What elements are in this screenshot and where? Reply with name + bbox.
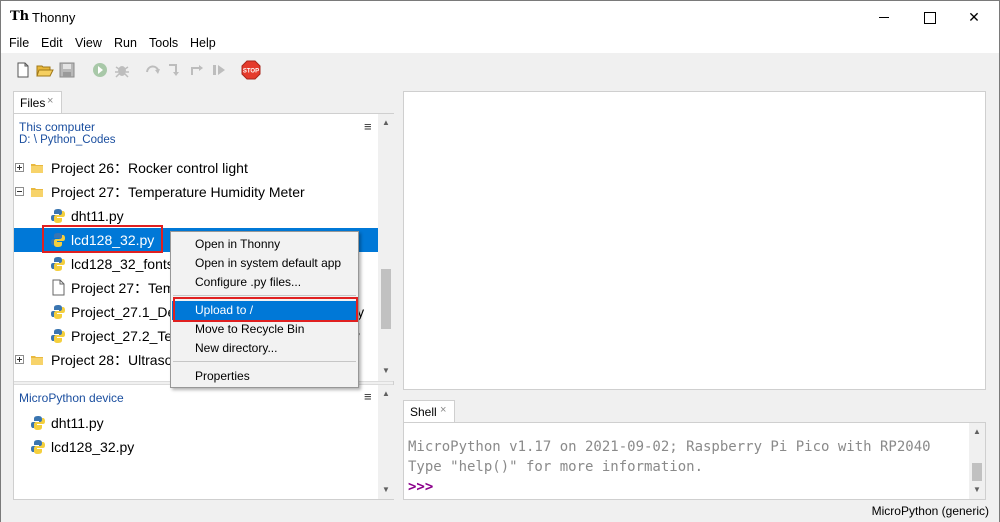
menu-bar: File Edit View Run Tools Help: [1, 33, 999, 53]
menu-item-configure-py[interactable]: Configure .py files...: [172, 273, 357, 292]
tab-files[interactable]: Files ×: [13, 91, 62, 113]
step-over-icon[interactable]: [144, 61, 162, 79]
scroll-down-icon[interactable]: ▼: [382, 366, 390, 375]
editor-area[interactable]: [403, 91, 986, 390]
python-file-icon: [31, 440, 45, 454]
device-list-scrollbar[interactable]: ▲ ▼: [378, 385, 394, 499]
device-file-label: dht11.py: [51, 415, 104, 431]
menu-item-properties[interactable]: Properties: [172, 367, 357, 386]
device-row-lcd128-32[interactable]: lcd128_32.py: [14, 435, 378, 459]
tab-shell-label: Shell: [410, 405, 437, 419]
debug-icon[interactable]: [113, 61, 131, 79]
window-title: Thonny: [32, 10, 76, 25]
expand-icon[interactable]: [15, 163, 24, 172]
scroll-up-icon[interactable]: ▲: [973, 427, 981, 436]
highlight-selected-file: [42, 225, 163, 253]
tab-shell-close-icon[interactable]: ×: [440, 404, 446, 416]
this-computer-label[interactable]: This computer: [19, 120, 95, 134]
menu-separator: [173, 361, 356, 362]
stop-icon[interactable]: STOP: [241, 60, 261, 80]
shell-help-line: Type "help()" for more information.: [408, 459, 704, 475]
shell-banner-line: MicroPython v1.17 on 2021-09-02; Raspber…: [408, 439, 931, 455]
thonny-window: Th Thonny ✕ File Edit View Run Tools Hel…: [0, 0, 1000, 522]
menu-item-open-in-thonny[interactable]: Open in Thonny: [172, 235, 357, 254]
menu-separator: [173, 295, 356, 296]
menu-item-move-to-recycle-bin[interactable]: Move to Recycle Bin: [172, 320, 357, 339]
title-bar: Th Thonny ✕: [1, 1, 999, 33]
run-icon[interactable]: [91, 61, 109, 79]
expand-icon[interactable]: [15, 355, 24, 364]
scroll-up-icon[interactable]: ▲: [382, 118, 390, 127]
status-bar: MicroPython (generic): [1, 500, 999, 522]
collapse-icon[interactable]: [15, 187, 24, 196]
current-path[interactable]: D: \ Python_Codes: [19, 134, 116, 146]
save-icon[interactable]: [58, 61, 76, 79]
document-file-icon: [52, 279, 65, 296]
tree-row-project-26[interactable]: Project 26：Rocker control light: [14, 156, 378, 180]
folder-icon: [31, 188, 43, 197]
minimize-button[interactable]: [861, 1, 907, 33]
close-window-button[interactable]: ✕: [951, 1, 997, 33]
computer-menu-icon[interactable]: ≡: [364, 119, 372, 134]
menu-help[interactable]: Help: [190, 36, 216, 50]
shell-panel[interactable]: MicroPython v1.17 on 2021-09-02; Raspber…: [403, 422, 986, 500]
thonny-app-icon: Th: [10, 9, 30, 24]
menu-run[interactable]: Run: [114, 36, 137, 50]
menu-tools[interactable]: Tools: [149, 36, 178, 50]
python-file-icon: [51, 329, 65, 343]
folder-icon: [31, 164, 43, 173]
scroll-down-icon[interactable]: ▼: [973, 485, 981, 494]
shell-scrollbar[interactable]: ▲ ▼: [969, 423, 985, 499]
tab-files-label: Files: [20, 96, 46, 110]
tab-shell[interactable]: Shell ×: [403, 400, 455, 422]
menu-item-open-system-default[interactable]: Open in system default app: [172, 254, 357, 273]
highlight-upload-item: [173, 297, 358, 322]
maximize-button[interactable]: [906, 1, 952, 33]
device-row-dht11[interactable]: dht11.py: [14, 411, 378, 435]
interpreter-status[interactable]: MicroPython (generic): [872, 504, 989, 518]
shell-prompt[interactable]: >>>: [408, 479, 433, 495]
menu-view[interactable]: View: [75, 36, 102, 50]
step-out-icon[interactable]: [188, 61, 206, 79]
menu-item-new-directory[interactable]: New directory...: [172, 339, 357, 358]
step-into-icon[interactable]: [166, 61, 184, 79]
folder-icon: [31, 356, 43, 365]
resume-icon[interactable]: [210, 61, 228, 79]
new-file-icon[interactable]: [14, 61, 32, 79]
tree-row-project-27[interactable]: Project 27：Temperature Humidity Meter: [14, 180, 378, 204]
menu-edit[interactable]: Edit: [41, 36, 63, 50]
python-file-icon: [51, 257, 65, 271]
scroll-up-icon[interactable]: ▲: [382, 389, 390, 398]
tab-files-close-icon[interactable]: ×: [47, 95, 53, 107]
stop-icon-label: STOP: [243, 69, 259, 75]
python-file-icon: [51, 209, 65, 223]
open-file-icon[interactable]: [36, 61, 54, 79]
python-file-icon: [31, 416, 45, 430]
device-file-label: lcd128_32.py: [51, 439, 135, 455]
scroll-thumb[interactable]: [972, 463, 982, 481]
computer-tree-scrollbar[interactable]: ▲ ▼: [378, 114, 394, 381]
menu-file[interactable]: File: [9, 36, 29, 50]
scroll-down-icon[interactable]: ▼: [382, 485, 390, 494]
python-file-icon: [51, 305, 65, 319]
tree-item-label: Project 26：Rocker control light: [51, 160, 248, 176]
scroll-thumb[interactable]: [381, 269, 391, 329]
toolbar: STOP: [1, 53, 999, 87]
micropython-device-label[interactable]: MicroPython device: [19, 391, 124, 405]
device-menu-icon[interactable]: ≡: [364, 389, 372, 404]
tree-item-label: Project 27：Temperature Humidity Meter: [51, 184, 305, 200]
